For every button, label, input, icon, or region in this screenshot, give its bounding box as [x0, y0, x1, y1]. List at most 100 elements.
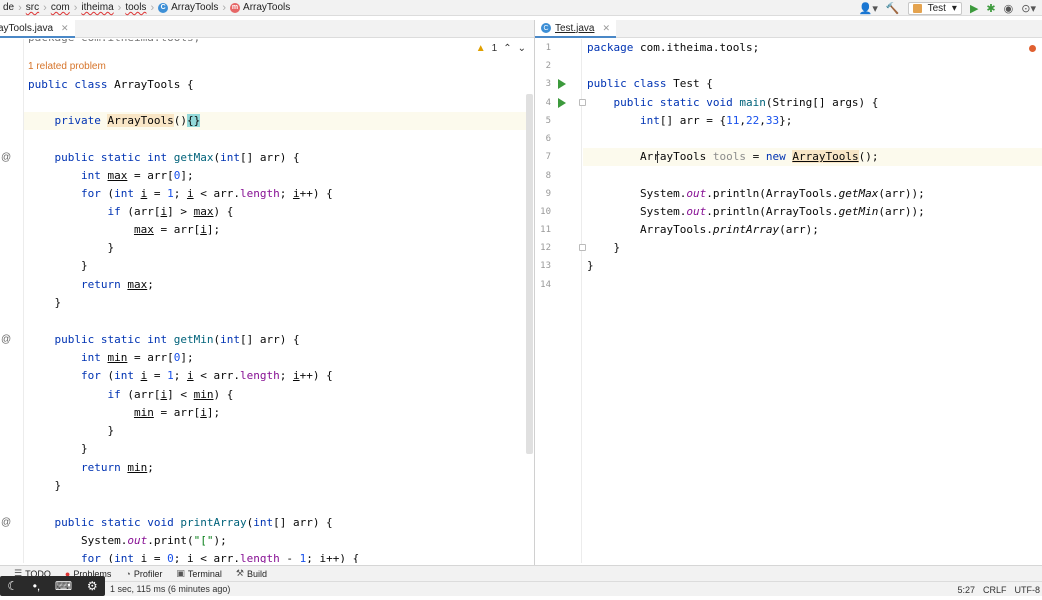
keyboard-icon[interactable]: ⌨ [55, 579, 72, 593]
line-separator[interactable]: CRLF [983, 585, 1007, 595]
code-line: } [28, 241, 115, 254]
code-line: for (int i = 1; i < arr.length; i++) { [80, 369, 333, 382]
code-line: ArrayTools.printArray(arr); [587, 223, 819, 236]
line-number: 5 [545, 116, 551, 126]
hammer-icon: ⚒ [235, 568, 244, 578]
breadcrumb-method[interactable]: m ArrayTools [227, 2, 293, 13]
implements-marker-icon[interactable]: @ [1, 152, 11, 163]
breadcrumb-itheima[interactable]: itheima [78, 2, 116, 13]
code-line: int min = arr[0]; [80, 351, 194, 364]
breadcrumb-com[interactable]: com [48, 2, 73, 13]
build-tab[interactable]: ⚒ Build [229, 568, 274, 579]
line-number: 4 [545, 98, 551, 108]
run-gutter-icon[interactable] [558, 98, 566, 108]
profile-icon[interactable]: ⊙▾ [1021, 2, 1036, 15]
terminal-tab[interactable]: ▣ Terminal [169, 568, 229, 579]
run-configuration-select[interactable]: Test ▾ [907, 1, 962, 15]
breadcrumb: de › src › com › itheima › tools › C Arra… [0, 0, 293, 16]
breadcrumb-class[interactable]: C ArrayTools [155, 2, 221, 13]
warning-icon: ▲ [475, 43, 486, 54]
line-number: 2 [545, 61, 551, 71]
code-line-cut: package com.itheima.tools; [28, 39, 200, 47]
warning-count: 1 [491, 43, 498, 54]
left-gutter [0, 39, 24, 563]
code-line: int max = arr[0]; [80, 169, 194, 182]
line-number: 6 [545, 134, 551, 144]
breadcrumb-project[interactable]: de [0, 2, 17, 13]
status-message[interactable]: 1 sec, 115 ms (6 minutes ago) [110, 582, 230, 597]
code-line: System.out.println(ArrayTools.getMax(arr… [587, 187, 925, 200]
code-line: public class Test { [587, 77, 713, 90]
close-icon[interactable]: ✕ [61, 23, 69, 34]
code-line: for (int i = 1; i < arr.length; i++) { [80, 187, 333, 200]
profiler-tab[interactable]: ◔ Profiler [118, 569, 169, 579]
vertical-scrollbar[interactable] [526, 94, 533, 454]
line-number: 10 [540, 207, 551, 217]
status-right: 5:27 CRLF UTF-8 [957, 582, 1040, 597]
implements-marker-icon[interactable]: @ [1, 517, 11, 528]
left-editor[interactable]: package com.itheima.tools; ▲ 1 ⌃ ⌄ 1 rel… [0, 39, 534, 563]
left-tab-bar: ayTools.java ✕ [0, 20, 534, 38]
inspection-widget[interactable]: ▲ 1 ⌃ ⌄ [476, 43, 526, 54]
close-icon[interactable]: ✕ [602, 23, 610, 34]
code-line: package com.itheima.tools; [587, 41, 760, 54]
tab-test-java[interactable]: C Test.java ✕ [535, 20, 617, 38]
text-cursor [657, 151, 658, 163]
method-icon: m [230, 2, 241, 13]
right-tab-bar: C Test.java ✕ [535, 20, 1042, 38]
code-line: int[] arr = {11,22,33}; [639, 114, 793, 127]
implements-marker-icon[interactable]: @ [1, 334, 11, 345]
tool-window-bar: ☰ TODO ● Problems ◔ Profiler ▣ Terminal ⚒ Bui… [0, 565, 1042, 581]
code-line: } [28, 424, 115, 437]
code-line: public class ArrayTools { [28, 78, 194, 91]
caret-position[interactable]: 5:27 [957, 585, 975, 595]
fold-marker-icon[interactable] [579, 244, 586, 251]
code-line: System.out.print("["); [28, 534, 227, 547]
code-line: for (int i = 0; i < arr.length - 1; i++)… [80, 552, 360, 563]
error-indicator-icon[interactable] [1029, 45, 1036, 52]
tab-arraytools-java[interactable]: ayTools.java ✕ [0, 20, 75, 38]
code-line: } [587, 241, 621, 254]
gear-icon[interactable]: ⚙ [87, 579, 98, 593]
code-line: } [28, 442, 88, 455]
line-number: 3 [545, 79, 551, 89]
code-line: if (arr[i] < min) { [107, 388, 234, 401]
coverage-icon[interactable]: ◉ [1004, 2, 1014, 15]
code-line: return max; [80, 278, 154, 291]
line-number: 8 [545, 171, 551, 181]
right-editor[interactable]: 1 2 3 4 5 6 7 8 9 10 11 12 13 14 package… [535, 39, 1042, 563]
fold-marker-icon[interactable] [579, 99, 586, 106]
code-line: min = arr[i]; [133, 406, 221, 419]
debug-icon[interactable]: ✱ [986, 2, 995, 15]
line-number: 12 [540, 243, 551, 253]
run-gutter-icon[interactable] [558, 79, 566, 89]
code-line: public static int getMax(int[] arr) { [54, 151, 300, 164]
moon-icon[interactable]: ☾ [7, 579, 18, 593]
chevron-up-icon[interactable]: ⌃ [503, 43, 511, 54]
punctuation-icon[interactable]: •, [33, 579, 41, 593]
hammer-build-icon[interactable]: 🔨 [886, 2, 900, 15]
class-icon: C [158, 2, 169, 13]
code-line: if (arr[i] > max) { [107, 205, 234, 218]
line-number: 14 [540, 280, 551, 290]
code-line: public static void main(String[] args) { [613, 96, 879, 109]
ime-toolbar[interactable]: ☾ •, ⌨ ⚙ [0, 576, 105, 596]
breadcrumb-src[interactable]: src [23, 2, 42, 13]
code-line: } [587, 259, 594, 272]
breadcrumb-tools[interactable]: tools [122, 2, 149, 13]
code-line: } [28, 259, 88, 272]
related-problems-hint[interactable]: 1 related problem [28, 61, 106, 72]
file-encoding[interactable]: UTF-8 [1015, 585, 1041, 595]
profiler-icon: ◔ [125, 568, 131, 579]
chevron-down-icon: ▾ [951, 2, 957, 14]
code-line: public static void printArray(int[] arr)… [54, 516, 333, 529]
chevron-down-icon[interactable]: ⌄ [518, 43, 526, 54]
class-icon: C [541, 23, 551, 33]
code-line: return min; [80, 461, 154, 474]
code-line: System.out.println(ArrayTools.getMin(arr… [587, 205, 925, 218]
run-icon[interactable]: ▶ [970, 2, 978, 15]
user-icon[interactable]: 👤▾ [859, 2, 878, 15]
navigation-bar: de › src › com › itheima › tools › C Arra… [0, 0, 1042, 16]
code-line: private ArrayTools(){} [54, 114, 201, 127]
code-line: max = arr[i]; [133, 223, 221, 236]
